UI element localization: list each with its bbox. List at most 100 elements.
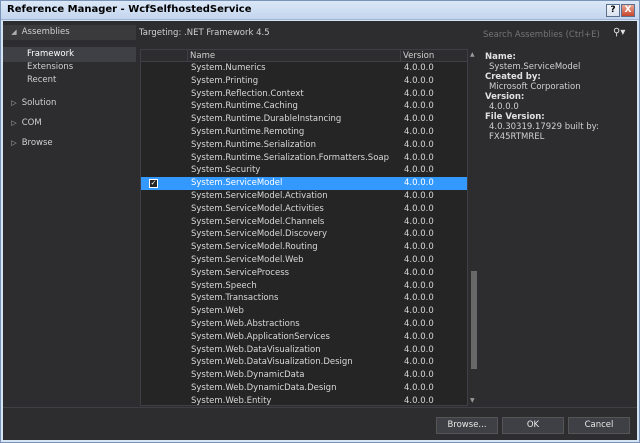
table-row[interactable]: System.Runtime.Remoting 4.0.0.0 (141, 126, 467, 139)
table-row[interactable]: System.ServiceModel.Channels 4.0.0.0 (141, 216, 467, 229)
row-checkbox[interactable] (149, 384, 158, 393)
table-row[interactable]: ✓ System.ServiceModel 4.0.0.0 (141, 177, 467, 190)
expanded-arrow-icon: ◢ (11, 28, 17, 36)
table-row[interactable]: System.ServiceModel.Routing 4.0.0.0 (141, 241, 467, 254)
checkmark-icon[interactable]: ✓ (149, 179, 158, 189)
row-checkbox[interactable] (149, 294, 158, 303)
row-version: 4.0.0.0 (404, 370, 434, 381)
top-bar: Targeting: .NET Framework 4.5 ⚲▾ (139, 27, 629, 43)
reference-manager-window: Reference Manager - WcfSelfhostedService… (0, 0, 640, 443)
table-row[interactable]: System.Reflection.Context 4.0.0.0 (141, 88, 467, 101)
scroll-down-icon[interactable]: ▼ (470, 397, 475, 404)
table-row[interactable]: System.ServiceModel.Activation 4.0.0.0 (141, 190, 467, 203)
row-checkbox[interactable] (149, 102, 158, 111)
row-checkbox[interactable] (149, 128, 158, 137)
close-button[interactable]: X (621, 4, 635, 17)
collapsed-arrow-icon: ▷ (11, 99, 17, 107)
table-row[interactable]: System.Security 4.0.0.0 (141, 164, 467, 177)
nav-solution[interactable]: ▷ Solution (3, 96, 136, 111)
row-version: 4.0.0.0 (404, 178, 434, 189)
row-checkbox[interactable] (149, 397, 158, 405)
row-checkbox[interactable] (149, 154, 158, 163)
nav-com[interactable]: ▷ COM (3, 116, 136, 131)
row-checkbox[interactable]: ✓ (149, 179, 158, 189)
row-checkbox[interactable] (149, 256, 158, 265)
row-checkbox[interactable] (149, 346, 158, 355)
column-header-name[interactable]: Name (190, 51, 215, 61)
row-checkbox[interactable] (149, 77, 158, 86)
row-name: System.Reflection.Context (191, 88, 304, 99)
row-version: 4.0.0.0 (404, 126, 434, 137)
search-input[interactable] (479, 27, 607, 42)
table-row[interactable]: System.ServiceModel.Activities 4.0.0.0 (141, 203, 467, 216)
column-divider[interactable] (187, 50, 188, 62)
table-row[interactable]: System.Runtime.Serialization.Formatters.… (141, 152, 467, 165)
scrollbar-thumb[interactable] (471, 271, 477, 369)
table-row[interactable]: System.Runtime.Caching 4.0.0.0 (141, 100, 467, 113)
list-scrollbar[interactable]: ▲ ▼ (469, 49, 479, 406)
row-checkbox[interactable] (149, 358, 158, 367)
row-checkbox[interactable] (149, 269, 158, 278)
row-version: 4.0.0.0 (404, 293, 434, 304)
table-row[interactable]: System.ServiceModel.Web 4.0.0.0 (141, 254, 467, 267)
table-row[interactable]: System.Web 4.0.0.0 (141, 305, 467, 318)
row-checkbox[interactable] (149, 90, 158, 99)
row-name: System.Security (191, 165, 261, 176)
list-rows: System.Numerics 4.0.0.0 System.Printing 4.0… (141, 62, 467, 405)
column-header-version[interactable]: Version (403, 51, 434, 61)
row-name: System.Runtime.Serialization (191, 139, 316, 150)
row-checkbox[interactable] (149, 64, 158, 73)
table-row[interactable]: System.Runtime.DurableInstancing 4.0.0.0 (141, 113, 467, 126)
row-checkbox[interactable] (149, 205, 158, 214)
table-row[interactable]: System.Web.Abstractions 4.0.0.0 (141, 318, 467, 331)
nav-item-recent[interactable]: Recent (3, 73, 136, 88)
row-checkbox[interactable] (149, 115, 158, 124)
row-name: System.ServiceModel.Activities (191, 203, 324, 214)
row-checkbox[interactable] (149, 333, 158, 342)
table-row[interactable]: System.Web.Entity 4.0.0.0 (141, 395, 467, 405)
row-version: 4.0.0.0 (404, 229, 434, 240)
nav-browse[interactable]: ▷ Browse (3, 136, 136, 151)
search-box[interactable]: ⚲▾ (479, 27, 629, 42)
search-icon[interactable]: ⚲▾ (613, 27, 625, 38)
collapsed-arrow-icon: ▷ (11, 139, 17, 147)
row-checkbox[interactable] (149, 371, 158, 380)
detail-version-value: 4.0.0.0 (489, 102, 519, 112)
row-name: System.Web.Abstractions (191, 318, 300, 329)
table-row[interactable]: System.Transactions 4.0.0.0 (141, 292, 467, 305)
title-bar[interactable]: Reference Manager - WcfSelfhostedService… (1, 1, 639, 20)
table-row[interactable]: System.Web.DataVisualization 4.0.0.0 (141, 344, 467, 357)
row-checkbox[interactable] (149, 230, 158, 239)
table-row[interactable]: System.Web.DynamicData 4.0.0.0 (141, 369, 467, 382)
row-name: System.Numerics (191, 63, 266, 73)
table-row[interactable]: System.ServiceModel.Discovery 4.0.0.0 (141, 228, 467, 241)
ok-button[interactable]: OK (502, 417, 564, 434)
table-row[interactable]: System.Web.DataVisualization.Design 4.0.0… (141, 356, 467, 369)
row-version: 4.0.0.0 (404, 254, 434, 265)
table-row[interactable]: System.Speech 4.0.0.0 (141, 280, 467, 293)
cancel-button[interactable]: Cancel (568, 417, 630, 434)
table-row[interactable]: System.Web.ApplicationServices 4.0.0.0 (141, 331, 467, 344)
browse-button[interactable]: Browse... (436, 417, 498, 434)
detail-created-value: Microsoft Corporation (489, 82, 581, 92)
nav-browse-label: Browse (21, 138, 53, 148)
row-checkbox[interactable] (149, 192, 158, 201)
row-checkbox[interactable] (149, 320, 158, 329)
nav-assemblies[interactable]: ◢ Assemblies (3, 25, 136, 40)
table-row[interactable]: System.Printing 4.0.0.0 (141, 75, 467, 88)
row-checkbox[interactable] (149, 307, 158, 316)
table-row[interactable]: System.Numerics 4.0.0.0 (141, 62, 467, 75)
table-row[interactable]: System.Web.DynamicData.Design 4.0.0.0 (141, 382, 467, 395)
help-button[interactable]: ? (606, 4, 620, 17)
row-checkbox[interactable] (149, 166, 158, 175)
row-checkbox[interactable] (149, 218, 158, 227)
scroll-up-icon[interactable]: ▲ (470, 51, 475, 58)
row-checkbox[interactable] (149, 243, 158, 252)
row-checkbox[interactable] (149, 141, 158, 150)
table-row[interactable]: System.ServiceProcess 4.0.0.0 (141, 267, 467, 280)
nav-solution-label: Solution (21, 98, 57, 108)
row-name: System.ServiceModel.Activation (191, 190, 328, 201)
table-row[interactable]: System.Runtime.Serialization 4.0.0.0 (141, 139, 467, 152)
column-divider[interactable] (400, 50, 401, 62)
row-checkbox[interactable] (149, 282, 158, 291)
